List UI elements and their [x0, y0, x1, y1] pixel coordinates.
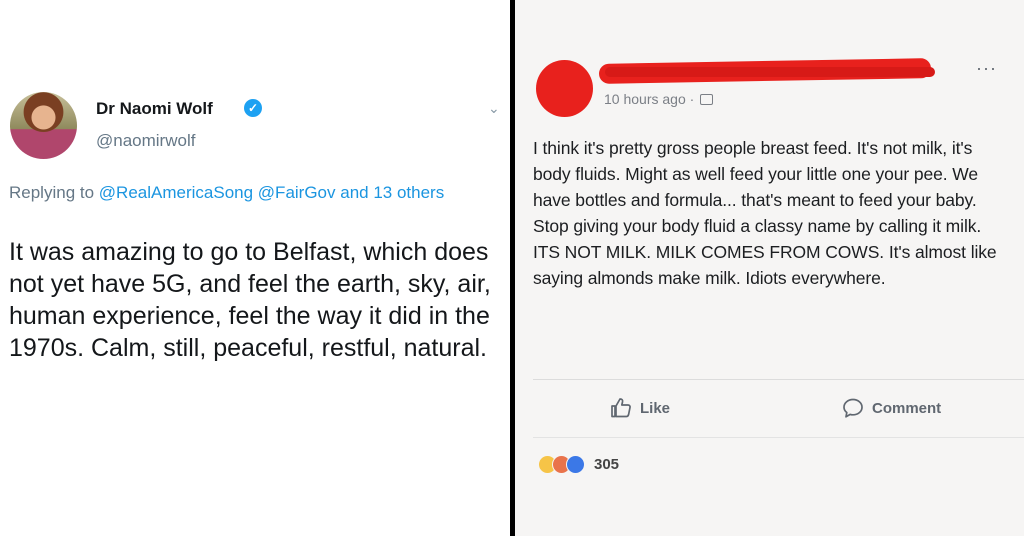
like-label: Like: [640, 399, 671, 417]
tweet-text: It was amazing to go to Belfast, which d…: [9, 238, 491, 362]
verified-badge-icon: ✓: [244, 99, 262, 117]
author-name[interactable]: Dr Naomi Wolf: [96, 99, 213, 119]
mention-link[interactable]: and 13 others: [340, 183, 444, 202]
mention-link[interactable]: @FairGov: [258, 183, 336, 202]
comment-bubble-icon: [843, 398, 863, 418]
tweet-card: Dr Naomi Wolf ✓ @naomirwolf ⌄ Replying t…: [0, 0, 510, 536]
timestamp-text: 10 hours ago ·: [604, 91, 695, 107]
replying-to: Replying to @RealAmericaSong @FairGov an…: [9, 180, 479, 205]
author-handle[interactable]: @naomirwolf: [96, 131, 195, 151]
divider: [533, 437, 1024, 438]
audience-icon: [700, 94, 714, 105]
comment-button[interactable]: Comment: [841, 395, 941, 421]
comment-label: Comment: [872, 399, 942, 417]
thumbs-up-icon: [611, 398, 631, 418]
mention-link[interactable]: @RealAmericaSong: [99, 183, 253, 202]
more-options-icon[interactable]: ···: [976, 58, 997, 79]
post-timestamp[interactable]: 10 hours ago ·: [604, 91, 714, 107]
like-icon: [566, 455, 585, 474]
divider: [533, 379, 1024, 380]
like-button[interactable]: Like: [609, 395, 670, 421]
redacted-avatar: [536, 60, 593, 117]
reaction-count: 305: [594, 456, 620, 473]
post-text: I think it's pretty gross people breast …: [533, 138, 997, 288]
facebook-post-card: ··· 10 hours ago · I think it's pretty g…: [515, 0, 1024, 536]
reactions-summary[interactable]: 305: [538, 455, 619, 474]
author-avatar[interactable]: [10, 92, 77, 159]
redacted-name-stroke: [605, 67, 935, 77]
replying-prefix: Replying to: [9, 183, 99, 202]
tweet-menu-chevron-icon[interactable]: ⌄: [488, 100, 500, 117]
